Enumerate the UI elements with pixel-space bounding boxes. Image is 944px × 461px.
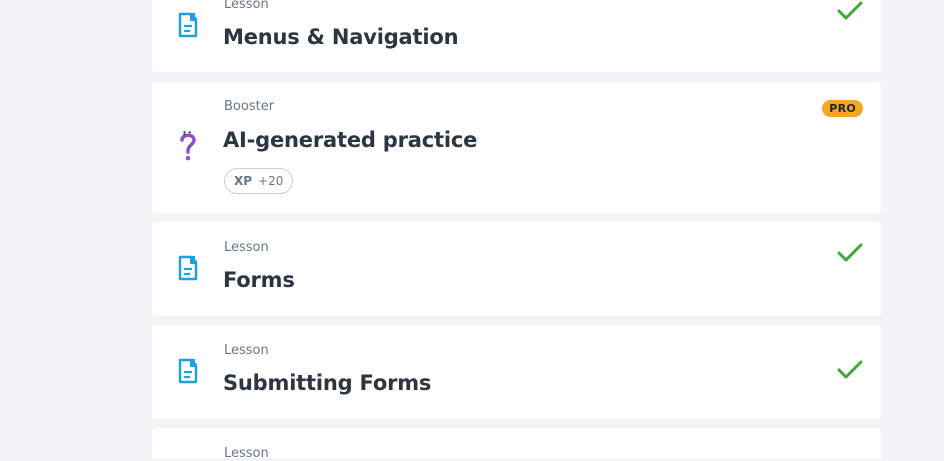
xp-value: +20 — [258, 174, 284, 188]
xp-reward-pill: XP +20 — [224, 168, 294, 194]
pro-badge: PRO — [822, 100, 863, 117]
booster-title: AI-generated practice — [223, 128, 478, 152]
document-icon — [178, 12, 198, 38]
lesson-card-forms[interactable]: Lesson Forms — [152, 222, 881, 316]
booster-card-ai-practice[interactable]: Booster AI-generated practice PRO XP +20 — [152, 82, 881, 213]
lesson-card-menus-navigation[interactable]: Lesson Menus & Navigation — [152, 0, 881, 72]
checkmark-icon — [837, 243, 863, 262]
checkmark-icon — [837, 1, 863, 20]
xp-label: XP — [234, 174, 253, 188]
lesson-card-next[interactable]: Lesson — [152, 428, 881, 461]
lesson-type-label: Lesson — [224, 446, 269, 461]
lesson-type-label: Lesson — [224, 0, 269, 12]
document-icon — [178, 358, 198, 384]
lesson-type-label: Lesson — [224, 343, 269, 358]
booster-type-label: Booster — [224, 99, 275, 114]
lesson-card-submitting-forms[interactable]: Lesson Submitting Forms — [152, 325, 881, 419]
document-icon — [178, 255, 198, 281]
checkmark-icon — [837, 360, 863, 379]
question-mark-icon — [180, 131, 196, 161]
lesson-title: Submitting Forms — [223, 371, 432, 395]
lesson-type-label: Lesson — [224, 240, 269, 255]
lesson-title: Menus & Navigation — [223, 25, 459, 49]
lesson-title: Forms — [223, 268, 295, 292]
